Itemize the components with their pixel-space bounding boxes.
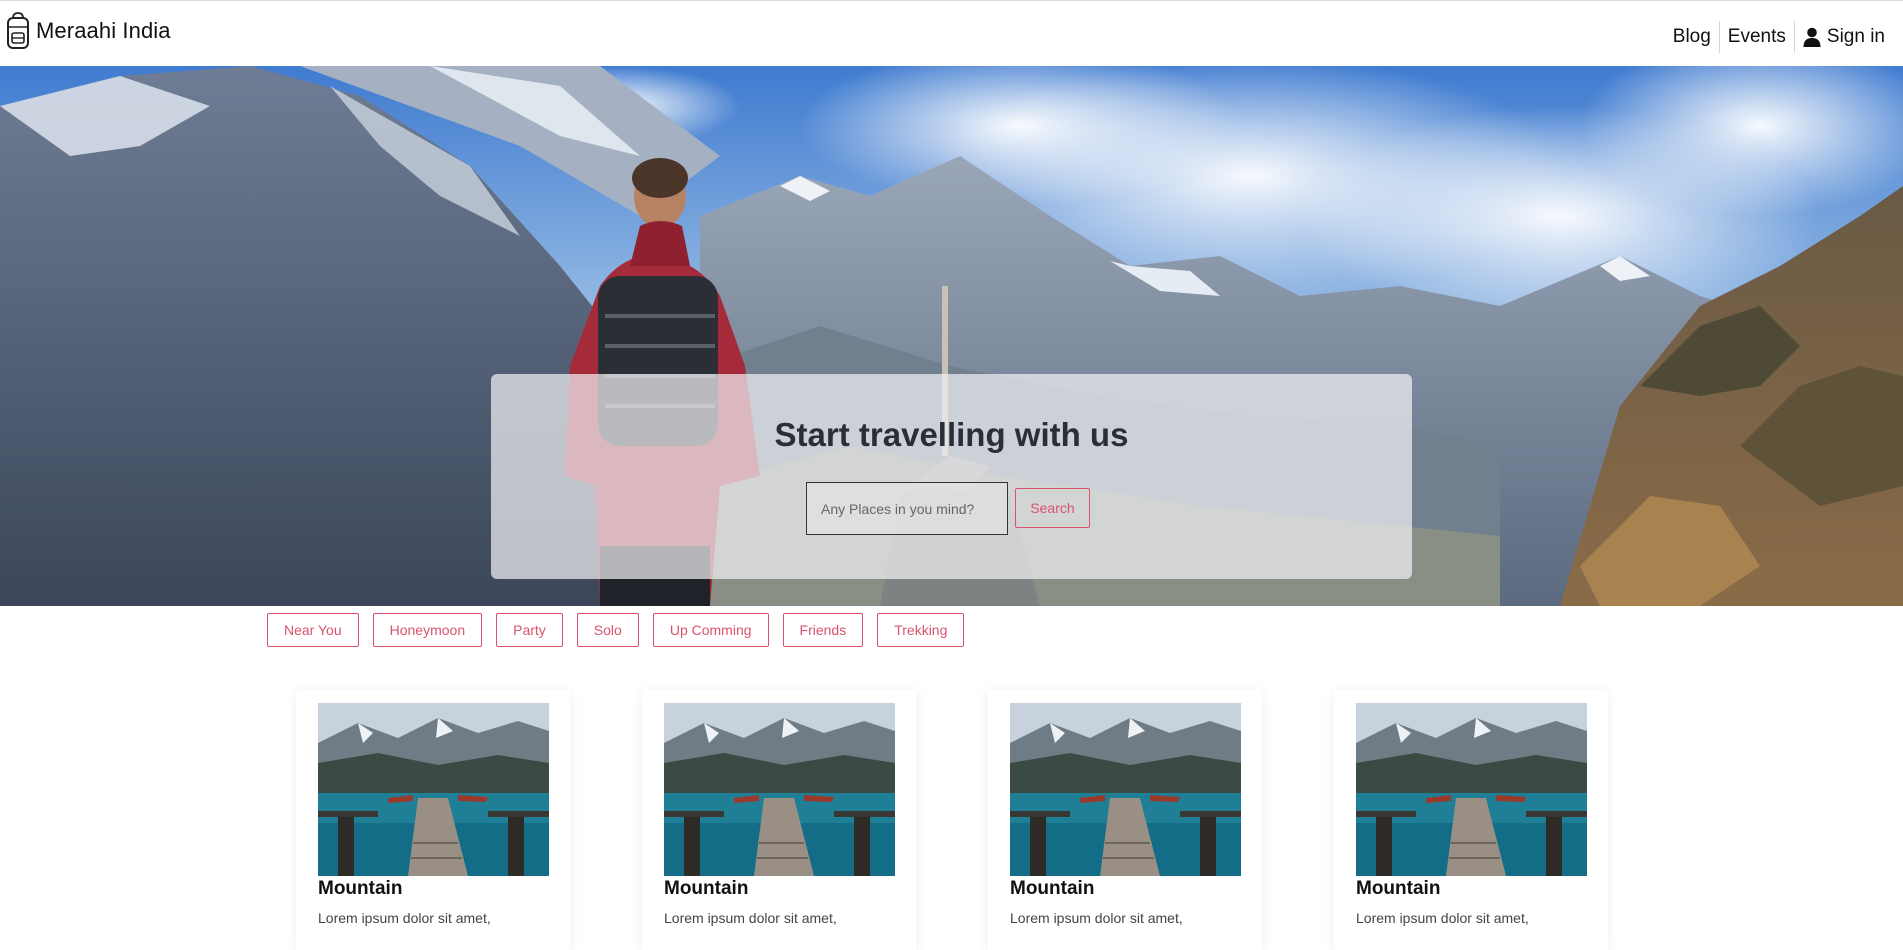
card-title: Mountain — [1356, 878, 1441, 899]
hero-title: Start travelling with us — [774, 416, 1129, 453]
hero-banner: Start travelling with us Search — [0, 66, 1903, 606]
user-icon — [1803, 27, 1821, 47]
destination-card[interactable]: Mountain Lorem ipsum dolor sit amet, — [642, 690, 916, 950]
destination-cards: Mountain Lorem ipsum dolor sit amet, Mou… — [296, 690, 1608, 950]
places-search-input[interactable] — [806, 482, 1008, 535]
nav-links: Blog Events Sign in — [1665, 21, 1885, 53]
destination-card[interactable]: Mountain Lorem ipsum dolor sit amet, — [988, 690, 1262, 950]
card-title: Mountain — [318, 878, 403, 899]
category-filters: Near You Honeymoon Party Solo Up Comming… — [267, 613, 965, 647]
lake-pier-image — [1356, 703, 1587, 876]
sign-in-link[interactable]: Sign in — [1795, 26, 1885, 48]
nav-events-link[interactable]: Events — [1720, 21, 1794, 53]
category-honeymoon[interactable]: Honeymoon — [372, 613, 483, 647]
nav-blog-link[interactable]: Blog — [1665, 21, 1719, 53]
lake-pier-image — [664, 703, 895, 876]
card-description: Lorem ipsum dolor sit amet, — [318, 910, 491, 926]
card-title: Mountain — [1010, 878, 1095, 899]
top-navbar: Meraahi India Blog Events Sign in — [0, 0, 1903, 66]
destination-card[interactable]: Mountain Lorem ipsum dolor sit amet, — [1334, 690, 1608, 950]
lake-pier-image — [318, 703, 549, 876]
category-solo[interactable]: Solo — [576, 613, 639, 647]
destination-card[interactable]: Mountain Lorem ipsum dolor sit amet, — [296, 690, 570, 950]
card-title: Mountain — [664, 878, 749, 899]
search-panel: Start travelling with us Search — [491, 374, 1412, 579]
brand-link[interactable]: Meraahi India — [6, 11, 171, 51]
backpack-icon — [7, 12, 29, 49]
search-button[interactable]: Search — [1015, 488, 1090, 528]
lake-pier-image — [1010, 703, 1241, 876]
category-friends[interactable]: Friends — [782, 613, 864, 647]
card-description: Lorem ipsum dolor sit amet, — [1356, 910, 1529, 926]
category-up-comming[interactable]: Up Comming — [652, 613, 769, 647]
category-near-you[interactable]: Near You — [267, 613, 359, 647]
category-party[interactable]: Party — [496, 613, 563, 647]
card-description: Lorem ipsum dolor sit amet, — [1010, 910, 1183, 926]
category-trekking[interactable]: Trekking — [877, 613, 965, 647]
sign-in-label: Sign in — [1826, 26, 1885, 47]
brand-name: Meraahi India — [36, 18, 171, 43]
card-description: Lorem ipsum dolor sit amet, — [664, 910, 837, 926]
